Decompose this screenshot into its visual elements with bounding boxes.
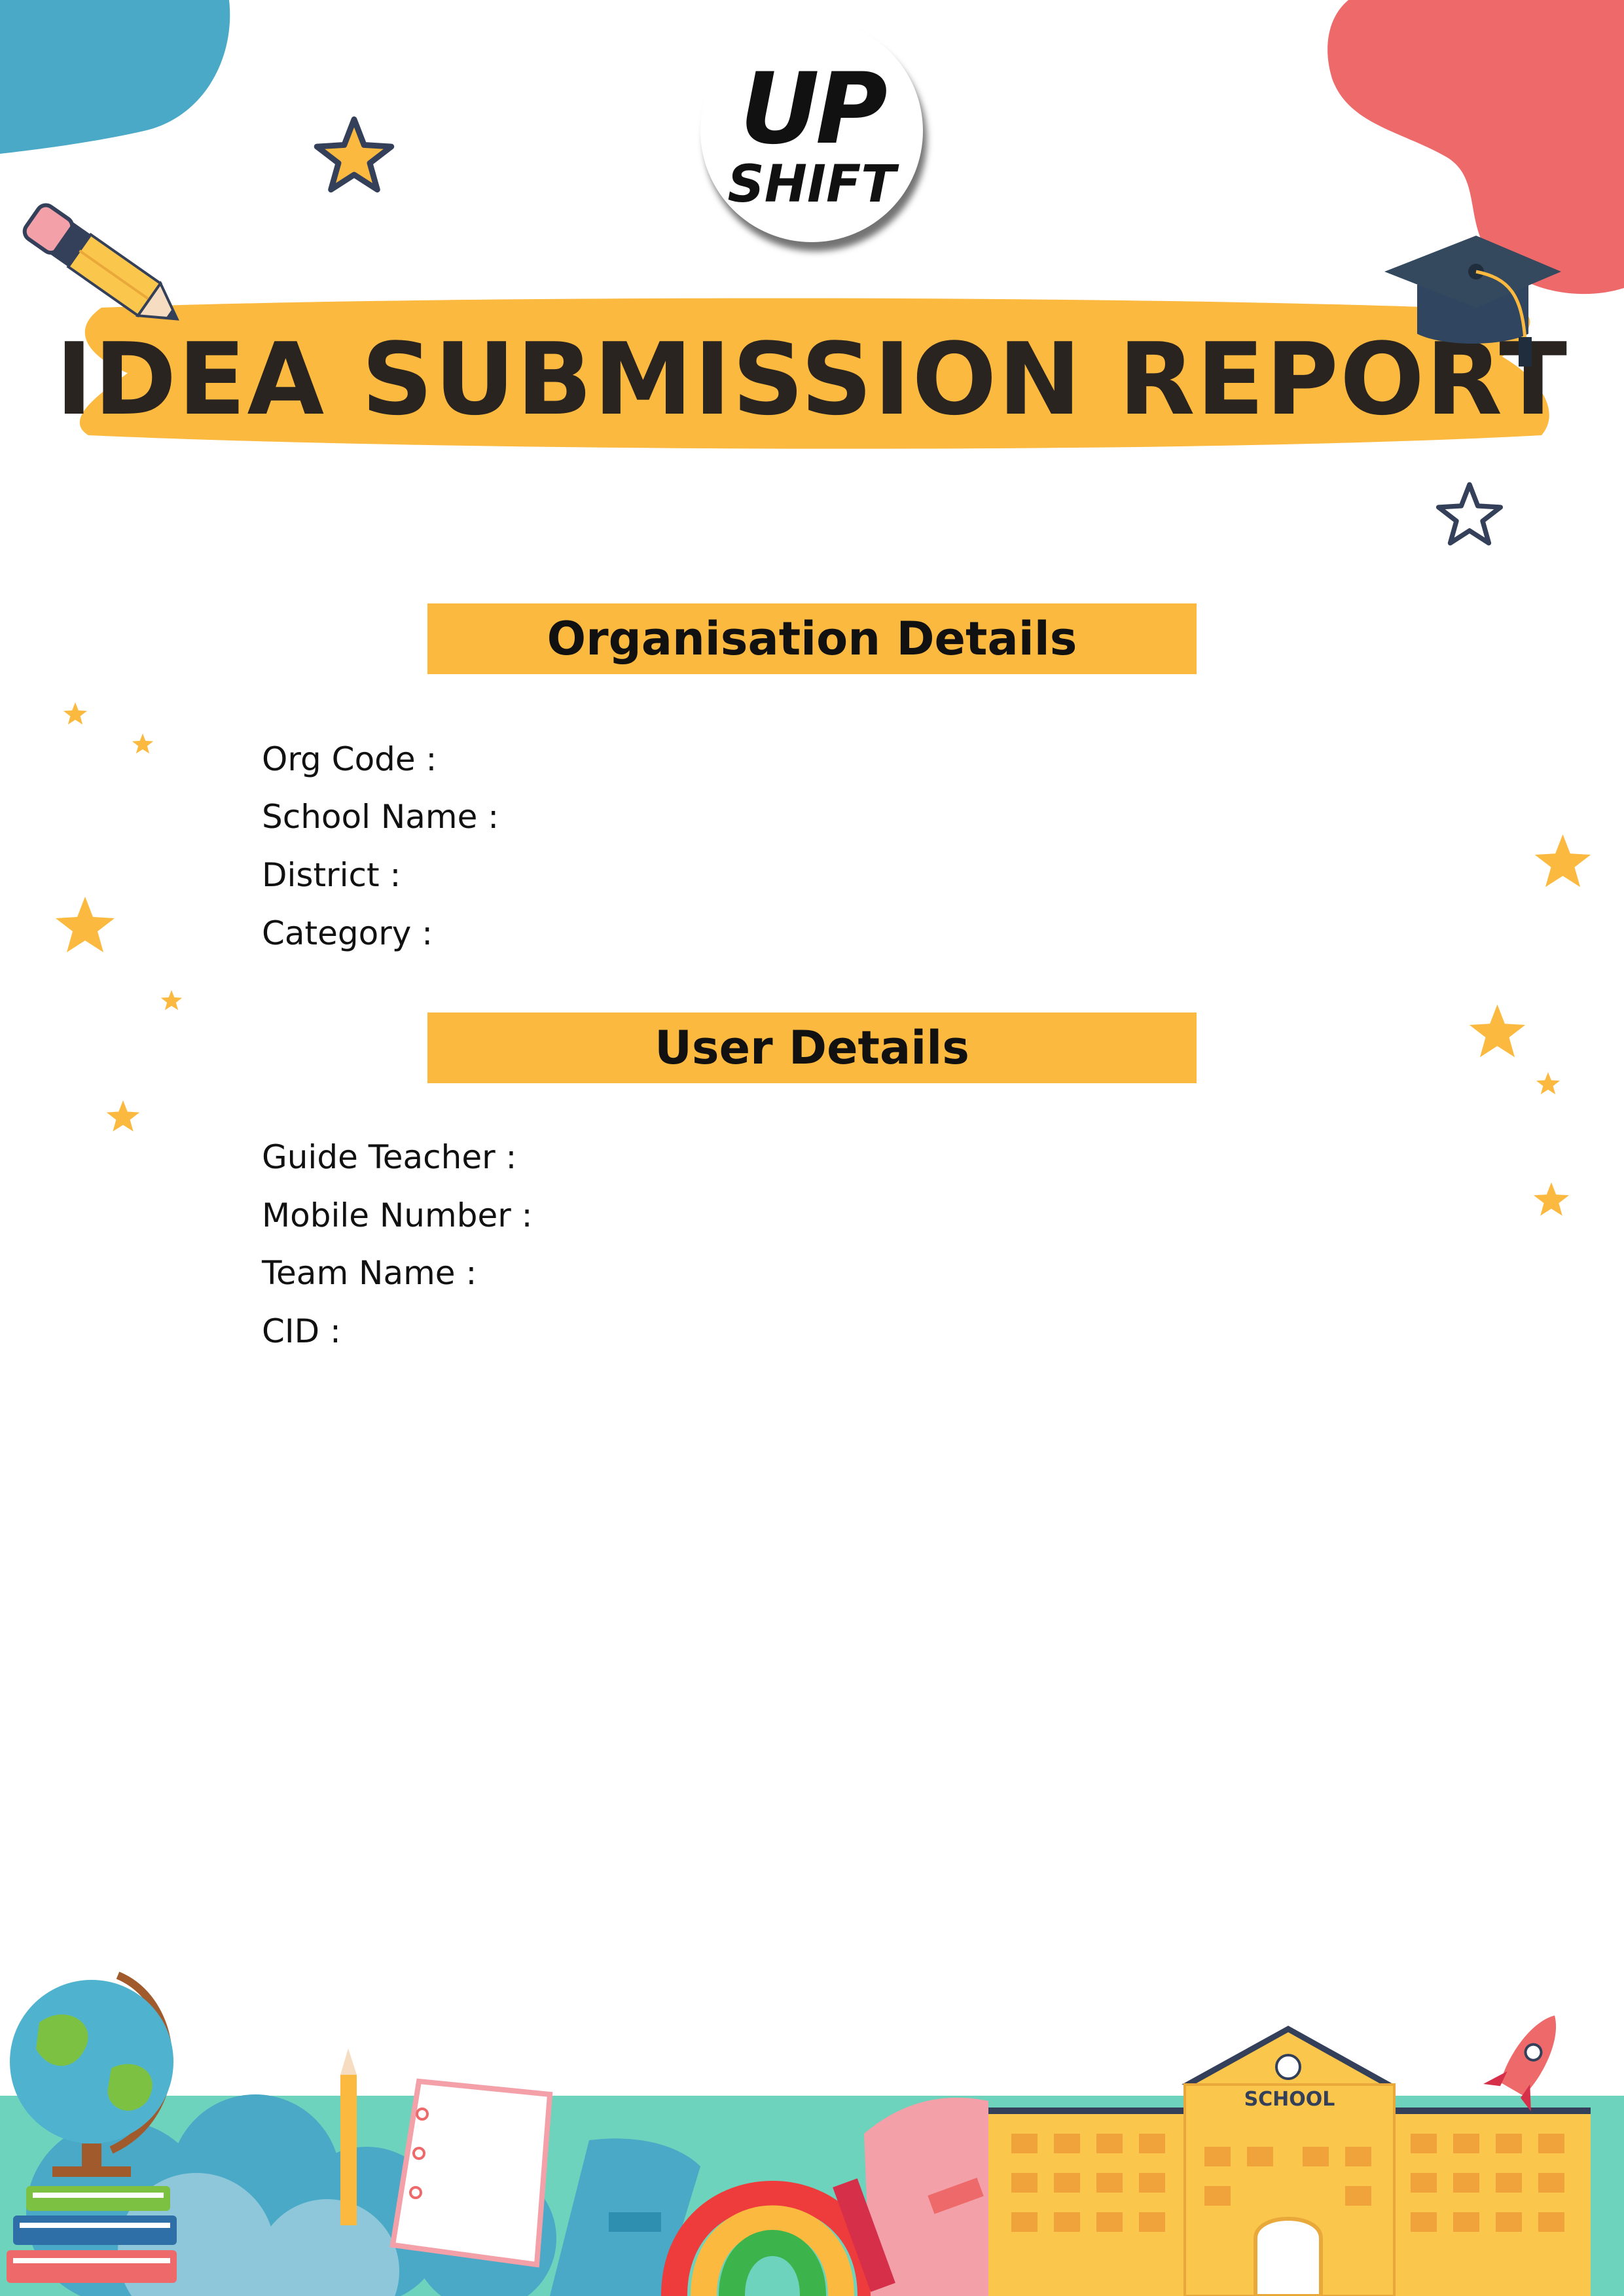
- category-field: Category :: [262, 914, 442, 953]
- school-name-field: School Name :: [262, 797, 508, 836]
- small-star-icon: [1534, 1182, 1569, 1216]
- org-code-field: Org Code :: [262, 740, 446, 779]
- guide-teacher-field: Guide Teacher :: [262, 1138, 526, 1177]
- org-code-label: Org Code :: [262, 740, 437, 778]
- guide-teacher-label: Guide Teacher :: [262, 1138, 517, 1176]
- upshift-logo: UP SHIFT: [700, 20, 923, 242]
- organisation-details-heading: Organisation Details: [427, 603, 1197, 674]
- rocket-illustration: [1483, 2015, 1557, 2111]
- cid-label: CID :: [262, 1312, 341, 1350]
- small-star-icon: [132, 733, 154, 754]
- district-label: District :: [262, 856, 401, 894]
- blue-blob-decoration: [0, 0, 230, 154]
- team-name-field: Team Name :: [262, 1253, 486, 1293]
- graduation-cap-icon: [1384, 236, 1561, 367]
- pencil-illustration: [340, 2049, 357, 2225]
- district-field: District :: [262, 855, 410, 895]
- small-star-icon: [63, 702, 87, 725]
- logo-text-up: UP: [740, 52, 888, 166]
- star-icon: [1534, 834, 1591, 888]
- star-icon: [56, 897, 115, 952]
- school-building-illustration: [988, 2026, 1591, 2296]
- outline-star-icon: [1435, 482, 1504, 546]
- small-star-icon: [1536, 1072, 1560, 1094]
- user-details-heading: User Details: [427, 1013, 1197, 1083]
- books-stack-illustration: [7, 2186, 177, 2283]
- star-icon: [1469, 1004, 1526, 1058]
- footer-illustration: [0, 1971, 1624, 2296]
- school-name-label: School Name :: [262, 798, 499, 836]
- notebook-illustration: [389, 2078, 553, 2268]
- mobile-number-field: Mobile Number :: [262, 1196, 542, 1235]
- pencil-icon: [22, 203, 179, 321]
- team-name-label: Team Name :: [262, 1254, 477, 1292]
- category-label: Category :: [262, 914, 433, 952]
- cid-field: CID :: [262, 1312, 350, 1351]
- small-star-icon: [106, 1100, 140, 1132]
- star-icon: [314, 116, 395, 193]
- small-star-icon: [160, 990, 183, 1011]
- school-sign-text: SCHOOL: [1244, 2088, 1335, 2111]
- mobile-number-label: Mobile Number :: [262, 1196, 533, 1234]
- logo-text-shift: SHIFT: [727, 155, 896, 214]
